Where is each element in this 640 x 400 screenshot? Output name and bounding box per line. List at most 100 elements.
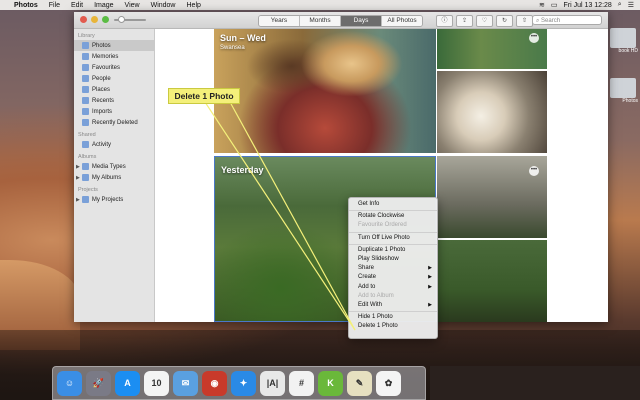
menu-item-turn-off-live-photo[interactable]: Turn Off Live Photo — [349, 234, 437, 243]
sidebar-section-header: Albums — [78, 154, 97, 160]
menu-edit[interactable]: Edit — [71, 2, 83, 9]
menu-item-label: Get Info — [358, 201, 380, 207]
slack-icon[interactable]: # — [289, 370, 314, 396]
text-edit-icon[interactable]: |A| — [260, 370, 285, 396]
photo-thumbnail[interactable]: ••• — [437, 156, 547, 238]
menu-item-create[interactable]: Create ▶ — [349, 273, 437, 282]
sidebar-item-label: Photos — [92, 42, 111, 49]
sidebar-item-label: My Albums — [91, 174, 122, 181]
sidebar-item-memories[interactable]: Memories — [74, 51, 154, 62]
photo-thumbnail[interactable] — [437, 240, 547, 322]
info-icon[interactable]: ⓘ — [436, 15, 453, 27]
sidebar-item-label: My Projects — [91, 196, 124, 203]
photos-app-icon[interactable]: ✿ — [376, 370, 401, 396]
people-icon — [82, 75, 89, 82]
rotate-icon[interactable]: ↻ — [496, 15, 513, 27]
photo-thumbnail[interactable]: ••• — [437, 29, 547, 69]
disclosure-triangle-icon[interactable]: ▶ — [76, 197, 80, 203]
menu-file[interactable]: File — [49, 2, 60, 9]
menu-item-label: Delete 1 Photo — [358, 323, 398, 330]
menu-item-label: Play Slideshow — [358, 255, 399, 262]
menu-view[interactable]: View — [125, 2, 140, 9]
app-store-icon[interactable]: A — [115, 370, 140, 396]
submenu-arrow-icon: ▶ — [428, 301, 432, 308]
sidebar-item-recently-deleted[interactable]: Recently Deleted — [74, 117, 154, 128]
menu-item-label: Create — [358, 274, 377, 281]
menu-item-duplicate-1-photo[interactable]: Duplicate 1 Photo — [349, 246, 437, 255]
menu-item-hide-1-photo[interactable]: Hide 1 Photo — [349, 313, 437, 322]
sidebar-item-places[interactable]: Places — [74, 84, 154, 95]
menu-item-get-info[interactable]: Get Info — [349, 200, 437, 209]
wifi-icon[interactable]: ≋ — [539, 1, 545, 9]
mail-icon[interactable]: ✉ — [173, 370, 198, 396]
upload-icon[interactable]: ⇧ — [516, 15, 533, 27]
zoom-slider-knob[interactable] — [118, 16, 125, 23]
tab-months[interactable]: Months — [300, 16, 341, 26]
menu-item-rotate-clockwise[interactable]: Rotate Clockwise — [349, 212, 437, 221]
sidebar-item-my-projects[interactable]: ▶ My Projects — [74, 194, 154, 205]
tab-years[interactable]: Years — [259, 16, 300, 26]
sidebar-item-people[interactable]: People — [74, 73, 154, 84]
menu-item-label: Add to — [358, 283, 376, 290]
tab-all-photos[interactable]: All Photos — [382, 16, 422, 26]
sidebar-item-my-albums[interactable]: ▶ My Albums — [74, 172, 154, 183]
menu-help[interactable]: Help — [187, 2, 201, 9]
notes-icon[interactable]: ✎ — [347, 370, 372, 396]
sidebar-item-favourites[interactable]: Favourites — [74, 62, 154, 73]
heart-icon — [82, 64, 89, 71]
battery-icon[interactable]: ▭ — [551, 1, 558, 9]
sidebar-item-imports[interactable]: Imports — [74, 106, 154, 117]
title-bar: Years Months Days All Photos ⓘ ⇪ ♡ ↻ ⇧ ⌕… — [74, 12, 608, 29]
tab-days[interactable]: Days — [341, 16, 382, 26]
disclosure-triangle-icon[interactable]: ▶ — [76, 164, 80, 170]
favourite-icon[interactable]: ♡ — [476, 15, 493, 27]
launchpad-icon[interactable]: 🚀 — [86, 370, 111, 396]
close-button[interactable] — [80, 16, 87, 23]
more-options-icon[interactable]: ••• — [529, 166, 539, 176]
more-options-icon[interactable]: ••• — [529, 33, 539, 43]
calendar-icon[interactable]: 10 — [144, 370, 169, 396]
fullscreen-button[interactable] — [102, 16, 109, 23]
minimize-button[interactable] — [91, 16, 98, 23]
sidebar-item-activity[interactable]: Activity — [74, 139, 154, 150]
photo-booth-icon[interactable]: ◉ — [202, 370, 227, 396]
view-segmented-control: Years Months Days All Photos — [258, 15, 423, 27]
share-icon[interactable]: ⇪ — [456, 15, 473, 27]
keynote-icon[interactable]: K — [318, 370, 343, 396]
menu-separator — [349, 210, 437, 212]
clock-icon — [82, 97, 89, 104]
toolbar-actions: ⓘ ⇪ ♡ ↻ ⇧ — [436, 15, 533, 27]
menu-separator — [349, 311, 437, 313]
photo-thumbnail[interactable] — [437, 71, 547, 153]
finder-icon[interactable]: ☺ — [57, 370, 82, 396]
sidebar-item-photos[interactable]: Photos — [74, 40, 154, 51]
menu-item-share[interactable]: Share ▶ — [349, 264, 437, 273]
safari-icon[interactable]: ✦ — [231, 370, 256, 396]
menu-window[interactable]: Window — [151, 2, 176, 9]
menu-item-play-slideshow[interactable]: Play Slideshow — [349, 255, 437, 264]
sidebar-item-recents[interactable]: Recents — [74, 95, 154, 106]
menu-item-edit-with[interactable]: Edit With ▶ — [349, 301, 437, 310]
menu-list-icon[interactable]: ☰ — [628, 1, 634, 9]
sidebar-section-header: Projects — [78, 187, 98, 193]
clock[interactable]: Fri Jul 13 12:28 — [564, 2, 612, 9]
photo-thumbnail[interactable]: Sun – Wed Swansea — [214, 29, 436, 153]
desktop-file-icon[interactable] — [610, 78, 636, 98]
sidebar-item-media-types[interactable]: ▶ Media Types — [74, 161, 154, 172]
menu-item-label: Rotate Clockwise — [358, 213, 405, 220]
disclosure-triangle-icon[interactable]: ▶ — [76, 175, 80, 181]
spotlight-icon[interactable]: ⌕ — [618, 1, 622, 9]
folder-icon — [81, 196, 89, 203]
menu-item-delete-1-photo[interactable]: Delete 1 Photo — [349, 322, 437, 331]
window-controls — [80, 16, 109, 23]
desktop-file-icon[interactable] — [610, 28, 636, 48]
menu-app-name[interactable]: Photos — [14, 2, 38, 9]
menu-item-add-to[interactable]: Add to ▶ — [349, 283, 437, 292]
dock: ☺ 🚀 A 10 ✉ ◉ ✦ |A| # K ✎ ✿ — [52, 366, 426, 400]
menu-image[interactable]: Image — [94, 2, 113, 9]
submenu-arrow-icon: ▶ — [428, 283, 432, 290]
search-field[interactable]: ⌕ Search — [532, 15, 602, 25]
menu-bar: Photos File Edit Image View Window Help … — [0, 0, 640, 10]
folder-icon — [81, 174, 89, 181]
menu-item-add-to-album: Add to Album — [349, 292, 437, 301]
